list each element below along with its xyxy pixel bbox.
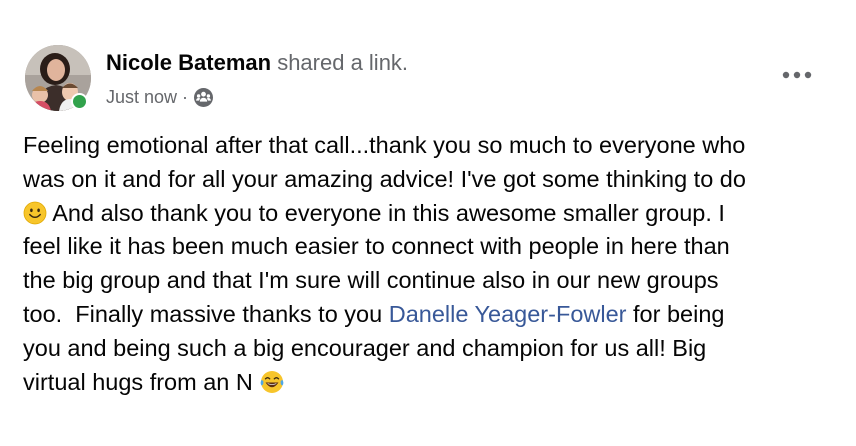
post-header: Nicole Bateman shared a link.: [106, 49, 408, 77]
post-meta: Just now ·: [106, 85, 214, 109]
post-text-segment: virtual hugs from an N: [23, 368, 260, 395]
more-options-button[interactable]: [774, 60, 820, 90]
mention-link[interactable]: Danelle Yeager-Fowler: [389, 301, 627, 327]
post-text-line: was on it and for all your amazing advic…: [23, 165, 746, 192]
online-status-indicator: [71, 93, 88, 110]
timestamp[interactable]: Just now: [106, 85, 177, 109]
post-action-text: shared a link.: [277, 50, 409, 75]
slightly-smiling-face-emoji: [23, 201, 47, 225]
post-text-line: the big group and that I'm sure will con…: [23, 267, 719, 294]
post-text-line: feel like it has been much easier to con…: [23, 233, 730, 260]
meta-separator: ·: [182, 87, 189, 107]
feed-post: Nicole Bateman shared a link. Just now ·…: [0, 0, 856, 446]
author-name[interactable]: Nicole Bateman: [106, 50, 271, 75]
tears-of-joy-emoji: [259, 370, 284, 394]
post-text-segment: too. Finally massive thanks to you: [23, 300, 389, 327]
post-text-line: too. Finally massive thanks to you Danel…: [23, 298, 843, 332]
post-text-line: Feeling emotional after that call...than…: [23, 132, 746, 158]
post-text: Feeling emotional after that call...than…: [23, 129, 843, 399]
post-text-line: And also thank you to everyone in this a…: [23, 197, 843, 231]
post-text-segment: And also thank you to everyone in this a…: [47, 199, 725, 226]
more-options-icon: [782, 71, 812, 79]
group-audience-icon[interactable]: [193, 87, 214, 108]
post-text-line: virtual hugs from an N: [23, 366, 843, 400]
post-text-line: you and being such a big encourager and …: [23, 334, 707, 361]
post-text-segment: for being: [626, 300, 725, 327]
